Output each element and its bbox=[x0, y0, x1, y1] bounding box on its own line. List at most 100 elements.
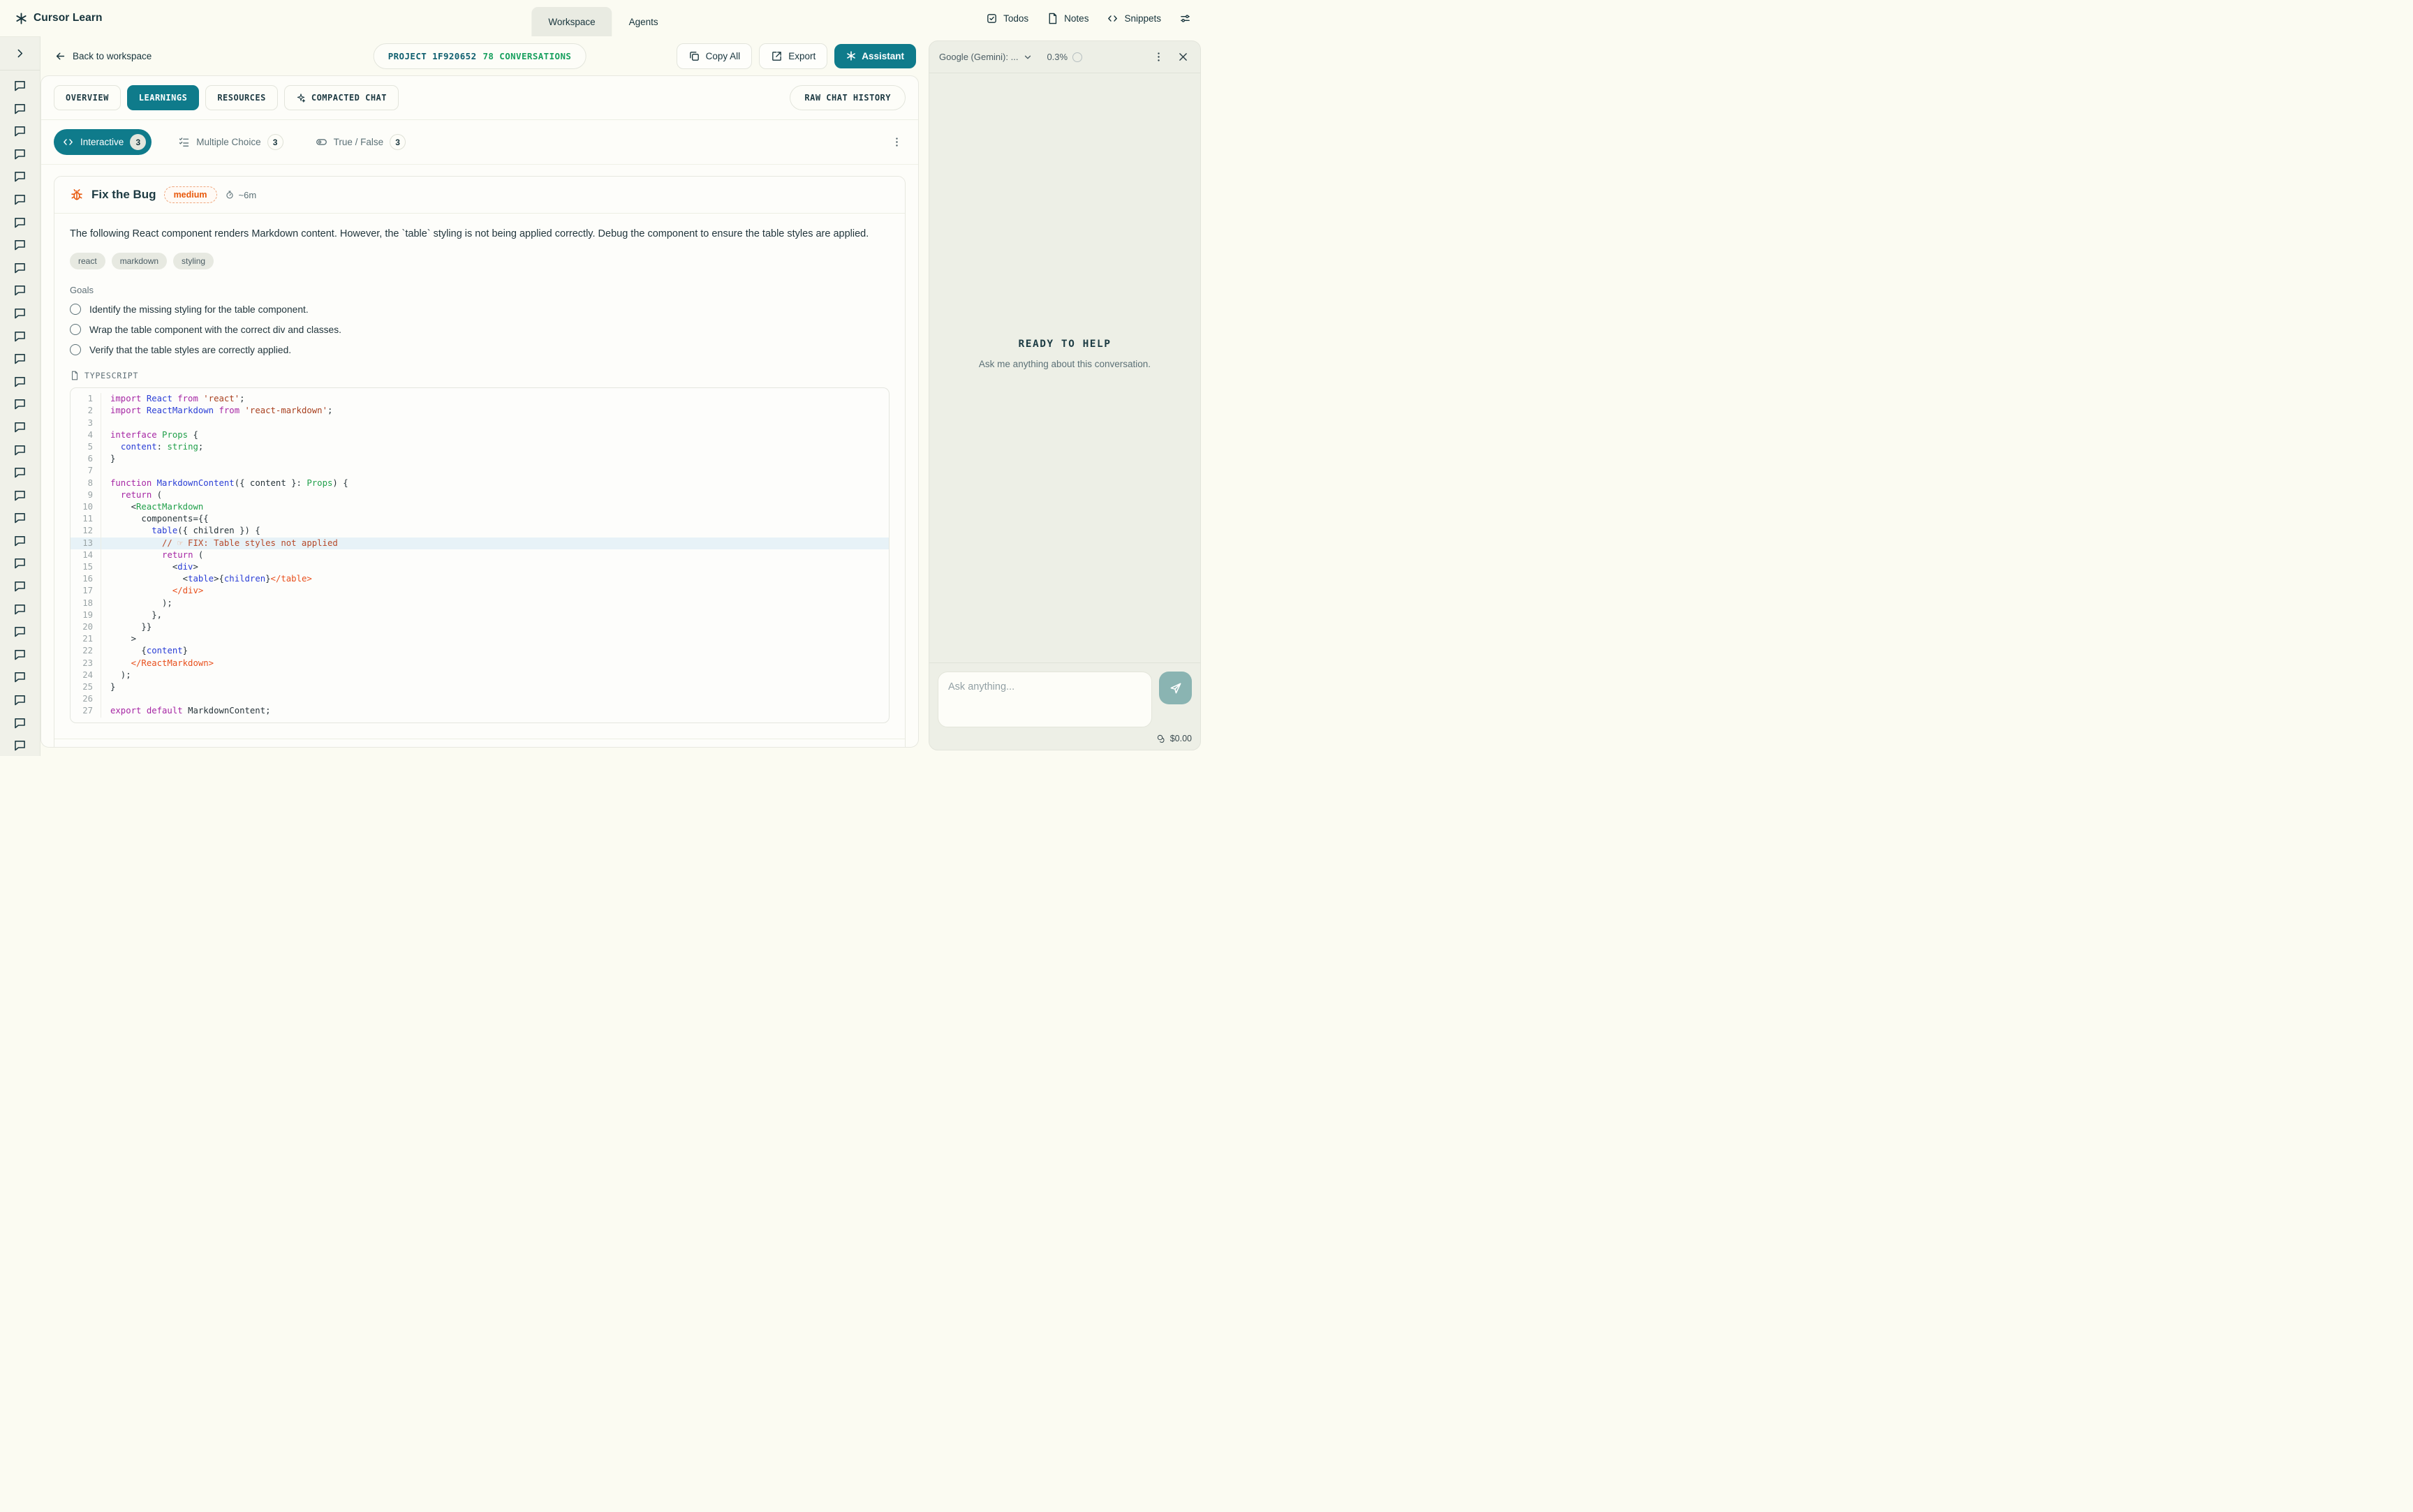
conversation-chat-icon[interactable] bbox=[13, 124, 27, 138]
close-icon[interactable] bbox=[1176, 50, 1190, 64]
topbar-action-snippets[interactable]: Snippets bbox=[1107, 13, 1161, 24]
code-line-26: 26 bbox=[71, 693, 889, 705]
code-line-1: 1import React from 'react'; bbox=[71, 393, 889, 405]
notes-icon bbox=[1047, 13, 1058, 24]
raw-chat-history-button[interactable]: RAW CHAT HISTORY bbox=[790, 85, 906, 110]
ask-input[interactable] bbox=[938, 672, 1152, 727]
conversation-chat-icon[interactable] bbox=[13, 647, 27, 662]
usage-percent: 0.3% bbox=[1047, 52, 1068, 62]
exercise-card-footer: Reset Later bbox=[54, 739, 905, 747]
learnings-panel: OVERVIEWLEARNINGSRESOURCESCOMPACTED CHAT… bbox=[40, 75, 919, 748]
conversation-chat-icon[interactable] bbox=[13, 488, 27, 503]
conversation-chat-icon[interactable] bbox=[13, 351, 27, 366]
conversation-chat-icon[interactable] bbox=[13, 669, 27, 684]
tab-learnings[interactable]: LEARNINGS bbox=[127, 85, 200, 110]
conversation-chat-icon[interactable] bbox=[13, 237, 27, 252]
conversation-chat-icon[interactable] bbox=[13, 260, 27, 275]
settings-sliders-button[interactable] bbox=[1179, 13, 1191, 24]
line-number: 17 bbox=[71, 585, 101, 597]
sidebar-expand-button[interactable] bbox=[0, 37, 40, 71]
filter-interactive[interactable]: Interactive3 bbox=[54, 129, 152, 155]
topbar-tab-agents[interactable]: Agents bbox=[612, 7, 675, 36]
language-row: TYPESCRIPT bbox=[70, 371, 890, 380]
cost-row: $0.00 bbox=[938, 734, 1192, 743]
conversation-chat-icon[interactable] bbox=[13, 579, 27, 593]
tab-resources[interactable]: RESOURCES bbox=[205, 85, 278, 110]
conversation-chat-icon[interactable] bbox=[13, 306, 27, 320]
coins-icon bbox=[1156, 734, 1166, 743]
line-number: 13 bbox=[71, 538, 101, 549]
conversation-chat-icon[interactable] bbox=[13, 215, 27, 230]
tag-markdown: markdown bbox=[112, 253, 167, 269]
conversation-chat-icon[interactable] bbox=[13, 692, 27, 707]
goal-item: Verify that the table styles are correct… bbox=[70, 344, 890, 355]
topbar-tab-workspace[interactable]: Workspace bbox=[531, 7, 612, 36]
code-line-19: 19 }, bbox=[71, 609, 889, 621]
conversation-chat-icon[interactable] bbox=[13, 329, 27, 343]
conversation-chat-icon[interactable] bbox=[13, 396, 27, 411]
code-line-24: 24 ); bbox=[71, 669, 889, 681]
topbar-action-notes[interactable]: Notes bbox=[1047, 13, 1089, 24]
line-number: 24 bbox=[71, 669, 101, 681]
code-editor[interactable]: 1import React from 'react';2import React… bbox=[70, 387, 890, 722]
conversation-chat-icon[interactable] bbox=[13, 533, 27, 548]
filter-true-false[interactable]: True / False3 bbox=[307, 129, 412, 155]
topbar-actions: Todos Notes Snippets bbox=[986, 13, 1191, 24]
conversation-chat-icon[interactable] bbox=[13, 78, 27, 93]
export-icon bbox=[771, 50, 783, 62]
topbar: Cursor Learn WorkspaceAgents Todos Notes S… bbox=[0, 0, 1206, 36]
export-button[interactable]: Export bbox=[759, 43, 827, 69]
goal-radio[interactable] bbox=[70, 304, 81, 315]
filter-count-badge: 3 bbox=[390, 134, 406, 150]
conversation-chat-icon[interactable] bbox=[13, 169, 27, 184]
paper-plane-icon bbox=[1169, 681, 1183, 695]
conversation-chat-icon[interactable] bbox=[13, 192, 27, 207]
conversation-chat-icon[interactable] bbox=[13, 510, 27, 525]
conversation-chat-icon[interactable] bbox=[13, 443, 27, 457]
line-number: 2 bbox=[71, 405, 101, 417]
app-logo[interactable]: Cursor Learn bbox=[15, 12, 103, 24]
filter-more-options-icon[interactable] bbox=[888, 133, 906, 151]
back-to-workspace-link[interactable]: Back to workspace bbox=[54, 50, 152, 62]
line-number: 11 bbox=[71, 513, 101, 525]
code-line-14: 14 return ( bbox=[71, 549, 889, 561]
topbar-action-todos[interactable]: Todos bbox=[986, 13, 1028, 24]
copy-all-button[interactable]: Copy All bbox=[677, 43, 753, 69]
arrow-left-icon bbox=[54, 50, 66, 62]
conversation-chat-icon[interactable] bbox=[13, 738, 27, 753]
conversation-chat-icon[interactable] bbox=[13, 101, 27, 116]
conversation-chat-icon[interactable] bbox=[13, 465, 27, 480]
code-line-22: 22 {content} bbox=[71, 645, 889, 657]
conversation-chat-icon[interactable] bbox=[13, 624, 27, 639]
context-usage: 0.3% bbox=[1047, 52, 1082, 62]
section-tabs-row: OVERVIEWLEARNINGSRESOURCESCOMPACTED CHAT… bbox=[41, 76, 918, 120]
assistant-header-actions bbox=[1151, 50, 1190, 64]
tab-compacted-chat[interactable]: COMPACTED CHAT bbox=[284, 85, 399, 110]
line-number: 20 bbox=[71, 621, 101, 633]
code-line-10: 10 <ReactMarkdown bbox=[71, 501, 889, 513]
conversation-chat-icon[interactable] bbox=[13, 420, 27, 434]
sparkle-icon bbox=[296, 93, 306, 103]
filter-multiple-choice[interactable]: Multiple Choice3 bbox=[170, 129, 288, 155]
assistant-footer: $0.00 bbox=[929, 662, 1200, 750]
header-actions: Copy All Export Assistant bbox=[677, 43, 916, 69]
tab-overview[interactable]: OVERVIEW bbox=[54, 85, 121, 110]
more-options-icon[interactable] bbox=[1151, 50, 1166, 64]
conversation-chat-icon[interactable] bbox=[13, 602, 27, 616]
goal-radio[interactable] bbox=[70, 324, 81, 335]
line-number: 27 bbox=[71, 705, 101, 717]
model-selector[interactable]: Google (Gemini): ... bbox=[939, 52, 1033, 62]
conversation-chat-icon[interactable] bbox=[13, 556, 27, 570]
line-number: 5 bbox=[71, 441, 101, 453]
conversation-chat-icon[interactable] bbox=[13, 716, 27, 730]
conversation-chat-icon[interactable] bbox=[13, 374, 27, 389]
conversation-chat-icon[interactable] bbox=[13, 147, 27, 161]
code-line-20: 20 }} bbox=[71, 621, 889, 633]
assistant-button[interactable]: Assistant bbox=[834, 44, 916, 68]
assistant-header: Google (Gemini): ... 0.3% bbox=[929, 41, 1200, 73]
send-button[interactable] bbox=[1159, 672, 1192, 704]
goal-radio[interactable] bbox=[70, 344, 81, 355]
project-id: PROJECT 1F920652 bbox=[388, 51, 477, 61]
conversation-chat-icon[interactable] bbox=[13, 283, 27, 297]
sliders-icon bbox=[1179, 13, 1191, 24]
